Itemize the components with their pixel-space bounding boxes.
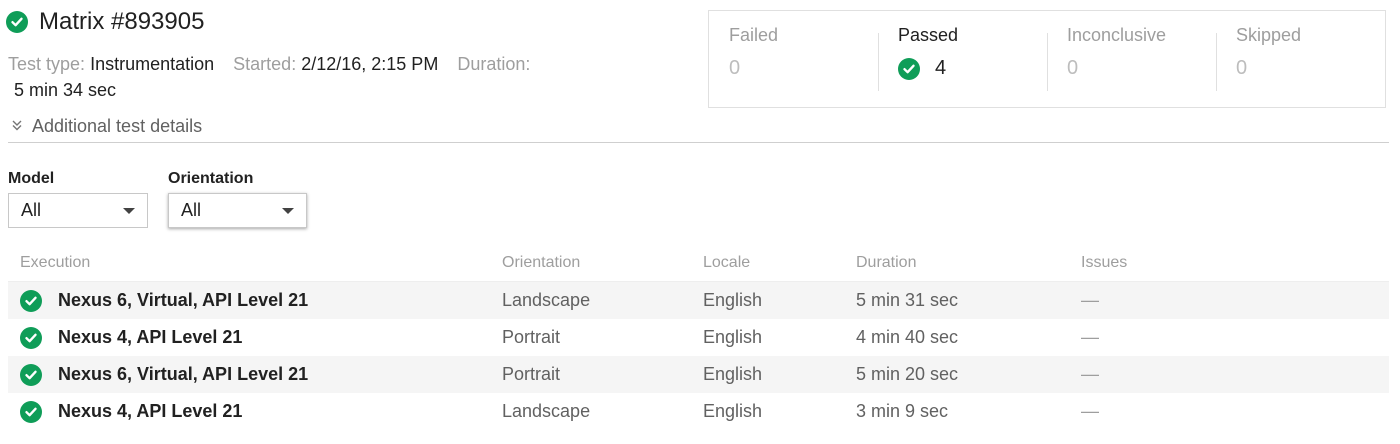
check-circle-icon [20, 400, 42, 423]
column-header-issues: Issues [1081, 253, 1128, 271]
started-value: 2/12/16, 2:15 PM [301, 54, 439, 74]
execution-name[interactable]: Nexus 6, Virtual, API Level 21 [58, 290, 308, 311]
issues-cell: — [1081, 364, 1099, 384]
orientation-cell: Landscape [502, 290, 591, 310]
table-header: Execution Orientation Locale Duration Is… [8, 244, 1389, 282]
check-circle-icon [20, 363, 42, 386]
model-select-value: All [21, 200, 42, 220]
locale-cell: English [703, 290, 763, 310]
orientation-select-value: All [181, 200, 202, 220]
check-circle-icon [20, 289, 42, 312]
executions-table: Execution Orientation Locale Duration Is… [8, 244, 1389, 430]
orientation-filter-label: Orientation [168, 170, 254, 187]
duration-cell: 3 min 9 sec [856, 401, 949, 421]
orientation-select[interactable]: All [168, 193, 307, 228]
title-row: Matrix #893905 [6, 8, 204, 36]
execution-name[interactable]: Nexus 4, API Level 21 [58, 401, 242, 422]
table-row[interactable]: Nexus 6, Virtual, API Level 21 Landscape… [8, 282, 1389, 319]
check-circle-icon [20, 326, 42, 349]
caret-down-icon [282, 207, 294, 214]
duration-cell: 5 min 20 sec [856, 364, 959, 384]
stat-label: Passed [898, 25, 959, 45]
table-row[interactable]: Nexus 4, API Level 21 Landscape English … [8, 393, 1389, 430]
issues-cell: — [1081, 401, 1099, 421]
column-header-orientation: Orientation [502, 253, 581, 271]
test-type-label: Test type: [8, 54, 86, 74]
locale-cell: English [703, 401, 763, 421]
orientation-cell: Portrait [502, 364, 561, 384]
table-row[interactable]: Nexus 6, Virtual, API Level 21 Portrait … [8, 356, 1389, 393]
orientation-cell: Portrait [502, 327, 561, 347]
locale-cell: English [703, 327, 763, 347]
test-type-value: Instrumentation [90, 54, 215, 74]
duration-value: 5 min 34 sec [14, 80, 117, 100]
check-circle-icon [898, 57, 920, 80]
additional-details-toggle[interactable]: Additional test details [10, 116, 202, 137]
column-header-locale: Locale [703, 253, 751, 271]
duration-label: Duration: [457, 54, 531, 74]
model-filter-label: Model [8, 170, 55, 187]
column-header-execution: Execution [20, 253, 91, 271]
stat-inconclusive: Inconclusive 0 [1047, 25, 1216, 107]
page-title: Matrix #893905 [39, 8, 205, 35]
model-filter: Model All [8, 170, 148, 228]
issues-cell: — [1081, 290, 1099, 310]
column-header-duration: Duration [856, 253, 917, 271]
stat-label: Inconclusive [1067, 25, 1167, 45]
stat-skipped: Skipped 0 [1216, 25, 1385, 107]
execution-name[interactable]: Nexus 6, Virtual, API Level 21 [58, 364, 308, 385]
stat-value: 0 [1236, 57, 1248, 79]
locale-cell: English [703, 364, 763, 384]
double-chevron-down-icon [10, 116, 24, 137]
started-label: Started: [233, 54, 297, 74]
caret-down-icon [123, 207, 135, 214]
duration-cell: 4 min 40 sec [856, 327, 959, 347]
stat-label: Failed [729, 25, 779, 45]
stat-label: Skipped [1236, 25, 1302, 45]
summary-card: Failed 0 Passed 4 Inconclusive 0 Skipped… [708, 10, 1386, 108]
orientation-filter: Orientation All [168, 170, 307, 228]
stat-value: 0 [1067, 57, 1079, 79]
stat-failed: Failed 0 [709, 25, 878, 107]
duration-cell: 5 min 31 sec [856, 290, 959, 310]
execution-name[interactable]: Nexus 4, API Level 21 [58, 327, 242, 348]
table-row[interactable]: Nexus 4, API Level 21 Portrait English 4… [8, 319, 1389, 356]
stat-passed: Passed 4 [878, 25, 1047, 107]
model-select[interactable]: All [8, 193, 148, 228]
stat-value: 0 [729, 57, 741, 79]
stat-value: 4 [935, 57, 947, 79]
issues-cell: — [1081, 327, 1099, 347]
divider [8, 142, 1389, 143]
check-circle-icon [6, 11, 28, 33]
additional-details-label: Additional test details [32, 116, 203, 136]
orientation-cell: Landscape [502, 401, 591, 421]
test-meta: Test type: Instrumentation Started: 2/12… [8, 51, 628, 103]
